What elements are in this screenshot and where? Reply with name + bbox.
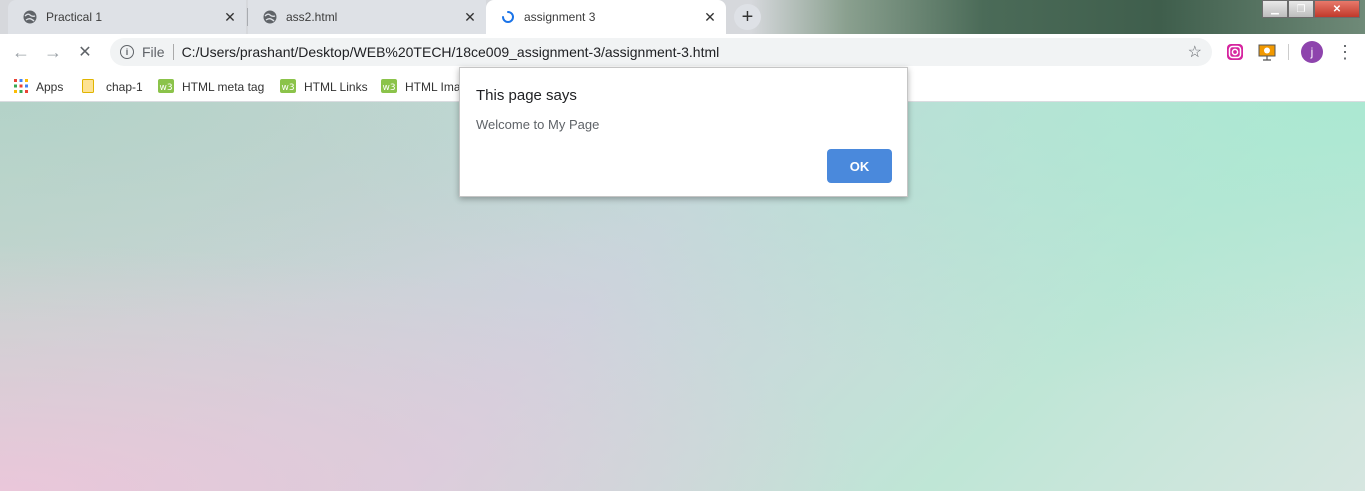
address-bar[interactable]: i File C:/Users/prashant/Desktop/WEB%20T…: [110, 38, 1212, 66]
info-icon[interactable]: i: [120, 45, 134, 59]
w3-logo-icon: w3: [381, 78, 397, 96]
kebab-menu-icon[interactable]: ⋮: [1336, 42, 1354, 62]
browser-toolbar: ← → ✕ i File C:/Users/prashant/Desktop/W…: [0, 34, 1365, 70]
tab-ass2[interactable]: ass2.html ✕: [248, 0, 486, 34]
bookmark-label: HTML Links: [304, 80, 368, 94]
new-tab-button[interactable]: +: [734, 4, 761, 30]
bookmark-star-icon[interactable]: ☆: [1188, 42, 1202, 62]
stop-loading-button[interactable]: ✕: [74, 41, 96, 63]
bookmark-chap-1[interactable]: chap-1: [82, 76, 143, 98]
presentation-extension-icon[interactable]: [1258, 43, 1276, 61]
close-tab-icon[interactable]: ✕: [222, 9, 238, 25]
tab-strip: Practical 1 ✕ ass2.html ✕ assignment 3 ✕…: [0, 0, 1365, 34]
globe-icon: [22, 9, 38, 25]
toolbar-divider: [1288, 44, 1289, 60]
arrow-right-icon[interactable]: →: [42, 41, 64, 63]
bookmark-html-links[interactable]: w3 HTML Links: [280, 76, 368, 98]
alert-dialog: This page says Welcome to My Page OK: [459, 67, 908, 197]
tab-title: ass2.html: [286, 10, 338, 24]
dialog-title: This page says: [476, 87, 577, 104]
folder-icon: [82, 78, 94, 96]
close-tab-icon[interactable]: ✕: [702, 9, 718, 25]
close-window-icon[interactable]: ✕: [1314, 0, 1360, 18]
tab-practical-1[interactable]: Practical 1 ✕: [8, 0, 246, 34]
loading-spinner-icon: [500, 9, 516, 25]
window-controls: ▁ ❐ ✕: [1262, 0, 1360, 18]
avatar[interactable]: j: [1301, 41, 1323, 63]
close-tab-icon[interactable]: ✕: [462, 9, 478, 25]
bookmark-apps[interactable]: Apps: [14, 76, 63, 98]
bookmark-html-images[interactable]: w3 HTML Ima: [381, 76, 461, 98]
bookmark-label: Apps: [36, 80, 64, 94]
tab-title: Practical 1: [46, 10, 103, 24]
scheme-label: File: [142, 44, 165, 60]
globe-icon: [262, 9, 278, 25]
svg-text:w3: w3: [281, 83, 294, 93]
avatar-initial: j: [1310, 45, 1314, 59]
arrow-left-icon[interactable]: ←: [10, 41, 32, 63]
ok-button[interactable]: OK: [827, 149, 892, 183]
minimize-icon[interactable]: ▁: [1262, 0, 1288, 18]
bookmark-label: HTML meta tag: [182, 80, 265, 94]
url-text[interactable]: C:/Users/prashant/Desktop/WEB%20TECH/18c…: [182, 44, 720, 60]
tab-assignment-3[interactable]: assignment 3 ✕: [486, 0, 726, 34]
svg-text:w3: w3: [382, 83, 395, 93]
instagram-extension-icon[interactable]: [1226, 43, 1244, 61]
restore-icon[interactable]: ❐: [1288, 0, 1314, 18]
bookmark-label: chap-1: [106, 80, 143, 94]
w3-logo-icon: w3: [158, 78, 174, 96]
bookmark-label: HTML Ima: [405, 80, 461, 94]
svg-text:w3: w3: [159, 83, 172, 93]
tab-title: assignment 3: [524, 10, 596, 24]
bookmark-html-meta-tag[interactable]: w3 HTML meta tag: [158, 76, 264, 98]
apps-grid-icon: [14, 78, 28, 96]
divider: [172, 44, 174, 60]
w3-logo-icon: w3: [280, 78, 296, 96]
dialog-message: Welcome to My Page: [476, 117, 600, 132]
